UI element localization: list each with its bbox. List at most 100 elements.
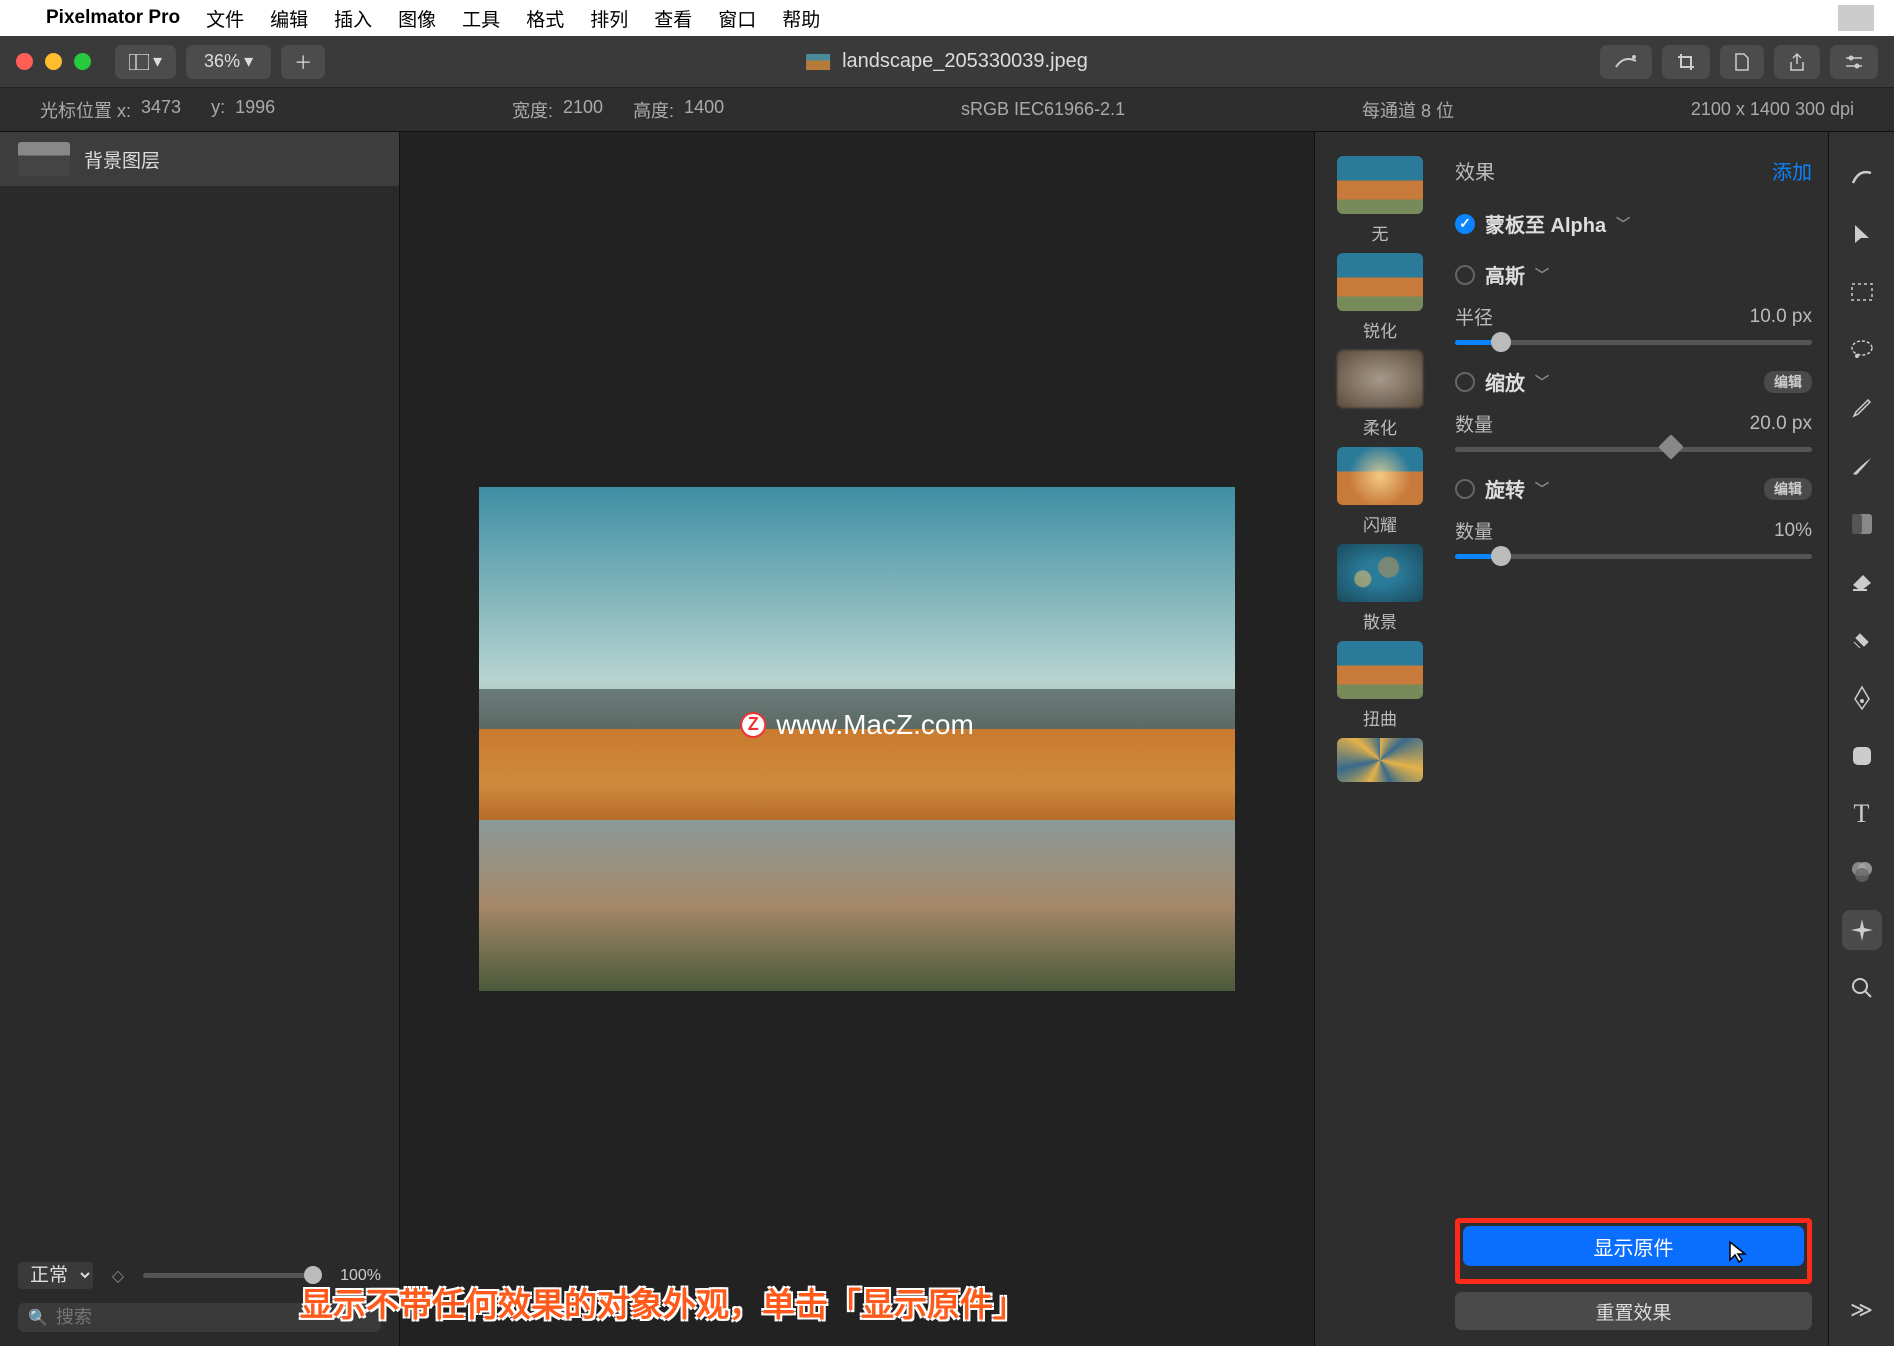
effect-zoom[interactable]: 缩放 ﹀ 编辑 数量 20.0 px: [1455, 367, 1812, 452]
right-toolbar: T ≫: [1828, 132, 1894, 1346]
rotate-slider[interactable]: [1455, 554, 1812, 559]
tool-select-lasso[interactable]: [1842, 330, 1882, 370]
check-off-icon[interactable]: [1455, 372, 1475, 392]
height-label: 高度:: [633, 97, 674, 123]
chevron-down-icon[interactable]: ﹀: [1616, 214, 1630, 234]
chevron-down-icon[interactable]: ﹀: [1535, 479, 1549, 499]
tool-pen[interactable]: [1842, 678, 1882, 718]
effect-thumb-none[interactable]: 无: [1337, 156, 1423, 245]
reset-effects-button[interactable]: 重置效果: [1455, 1292, 1812, 1330]
check-off-icon[interactable]: [1455, 265, 1475, 285]
effect-thumb-distort[interactable]: 扭曲: [1337, 641, 1423, 730]
effect-rotate-label: 旋转: [1485, 474, 1525, 503]
canvas-area[interactable]: Z www.MacZ.com: [400, 132, 1314, 1346]
tool-repair[interactable]: [1842, 620, 1882, 660]
minimize-window-icon[interactable]: [45, 53, 62, 70]
layer-item-background[interactable]: 背景图层: [0, 132, 399, 186]
effect-thumb-kaleid[interactable]: [1337, 738, 1423, 782]
add-button[interactable]: ＋: [281, 45, 325, 79]
opacity-slider[interactable]: [143, 1273, 322, 1278]
show-original-button[interactable]: 显示原件: [1463, 1226, 1804, 1266]
radius-value: 10.0 px: [1750, 306, 1812, 328]
tool-more[interactable]: ≫: [1842, 1290, 1882, 1330]
check-off-icon[interactable]: [1455, 479, 1475, 499]
effect-thumb-flare[interactable]: 闪耀: [1337, 447, 1423, 536]
tool-zoom[interactable]: [1842, 968, 1882, 1008]
chevron-down-icon[interactable]: ﹀: [1535, 265, 1549, 285]
crop-button[interactable]: [1662, 45, 1710, 79]
watermark-text: www.MacZ.com: [776, 709, 974, 741]
canvas[interactable]: Z www.MacZ.com: [479, 487, 1235, 991]
tool-arrange[interactable]: [1842, 214, 1882, 254]
app-name[interactable]: Pixelmator Pro: [46, 7, 180, 29]
effects-panel: 无 锐化 柔化 闪耀 散景 扭曲 效果 添加 ✓ 蒙板至 Alpha ﹀: [1314, 132, 1894, 1346]
colorspace-value: sRGB IEC61966-2.1: [961, 99, 1125, 120]
tool-eraser[interactable]: [1842, 562, 1882, 602]
document-button[interactable]: [1720, 45, 1764, 79]
menu-image[interactable]: 图像: [398, 5, 436, 32]
close-window-icon[interactable]: [16, 53, 33, 70]
menu-edit[interactable]: 编辑: [270, 5, 308, 32]
adjustments-button[interactable]: [1830, 45, 1878, 79]
tool-brush[interactable]: [1842, 446, 1882, 486]
blend-divider-icon: ◇: [111, 1266, 125, 1286]
zoom-value: 36%: [204, 51, 240, 72]
menu-format[interactable]: 格式: [526, 5, 564, 32]
blend-mode-select[interactable]: 正常: [18, 1262, 93, 1289]
bitdepth-value: 每通道 8 位: [1362, 97, 1454, 123]
amount-slider[interactable]: [1455, 447, 1812, 452]
height-value: 1400: [684, 97, 724, 123]
effects-header-label: 效果: [1455, 156, 1495, 185]
tool-select-rect[interactable]: [1842, 272, 1882, 312]
cursor-x-label: 光标位置 x:: [40, 97, 131, 123]
cursor-icon: [1728, 1240, 1748, 1264]
cursor-x-value: 3473: [141, 97, 181, 123]
rotate-edit-button[interactable]: 编辑: [1764, 478, 1812, 500]
menu-window[interactable]: 窗口: [718, 5, 756, 32]
tool-shape[interactable]: [1842, 736, 1882, 776]
filename-label: landscape_205330039.jpeg: [842, 50, 1088, 73]
tool-style[interactable]: [1842, 156, 1882, 196]
share-button[interactable]: [1774, 45, 1820, 79]
effect-mask-alpha[interactable]: ✓ 蒙板至 Alpha ﹀: [1455, 209, 1812, 238]
menu-tools[interactable]: 工具: [462, 5, 500, 32]
radius-slider[interactable]: [1455, 340, 1812, 345]
check-on-icon[interactable]: ✓: [1455, 214, 1475, 234]
effect-mask-alpha-label: 蒙板至 Alpha: [1485, 209, 1606, 238]
tool-text[interactable]: T: [1842, 794, 1882, 834]
effect-thumb-bokeh[interactable]: 散景: [1337, 544, 1423, 633]
cursor-y-label: y:: [211, 97, 225, 123]
zoom-button[interactable]: 36%▾: [186, 45, 271, 79]
menu-arrange[interactable]: 排列: [590, 5, 628, 32]
ml-enhance-button[interactable]: [1600, 45, 1652, 79]
document-thumb-icon: [806, 54, 830, 70]
effect-gaussian[interactable]: 高斯 ﹀ 半径 10.0 px: [1455, 260, 1812, 345]
effects-add-button[interactable]: 添加: [1772, 156, 1812, 185]
menu-insert[interactable]: 插入: [334, 5, 372, 32]
amount-value: 20.0 px: [1750, 413, 1812, 435]
infobar: 光标位置 x: 3473 y: 1996 宽度: 2100 高度: 1400 s…: [0, 88, 1894, 132]
effects-controls: 效果 添加 ✓ 蒙板至 Alpha ﹀ 高斯 ﹀ 半径 10.0 px: [1445, 132, 1828, 1346]
titlebar: ▾ 36%▾ ＋ landscape_205330039.jpeg: [0, 36, 1894, 88]
effects-thumbs-column: 无 锐化 柔化 闪耀 散景 扭曲: [1315, 132, 1445, 1346]
menu-help[interactable]: 帮助: [782, 5, 820, 32]
cursor-y-value: 1996: [235, 97, 275, 123]
tool-color-adjust[interactable]: [1842, 852, 1882, 892]
search-icon: 🔍: [28, 1308, 48, 1328]
tool-color-picker[interactable]: [1842, 388, 1882, 428]
document-title: landscape_205330039.jpeg: [806, 50, 1088, 73]
tool-effects[interactable]: [1842, 910, 1882, 950]
menu-file[interactable]: 文件: [206, 5, 244, 32]
tool-gradient[interactable]: [1842, 504, 1882, 544]
sidebar-toggle-button[interactable]: ▾: [115, 45, 176, 79]
zoom-window-icon[interactable]: [74, 53, 91, 70]
width-value: 2100: [563, 97, 603, 123]
chevron-down-icon[interactable]: ﹀: [1535, 372, 1549, 392]
effect-thumb-soften[interactable]: 柔化: [1337, 350, 1423, 439]
menu-view[interactable]: 查看: [654, 5, 692, 32]
effect-thumb-sharpen[interactable]: 锐化: [1337, 253, 1423, 342]
effect-rotate[interactable]: 旋转 ﹀ 编辑 数量 10%: [1455, 474, 1812, 559]
layer-label: 背景图层: [84, 146, 160, 173]
annotation-text: 显示不带任何效果的对象外观，单击「显示原件」: [300, 1278, 1026, 1326]
zoom-edit-button[interactable]: 编辑: [1764, 371, 1812, 393]
